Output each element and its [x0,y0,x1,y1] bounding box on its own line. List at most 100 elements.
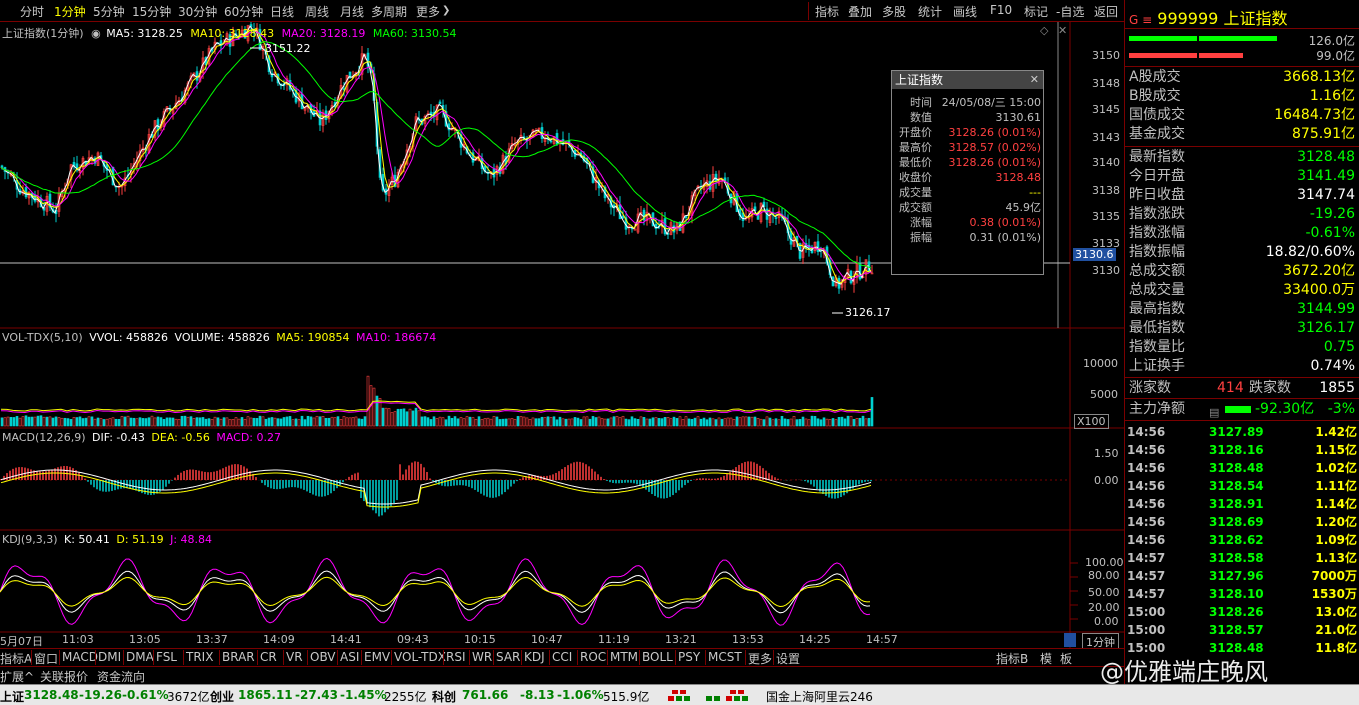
indicator-tab[interactable]: CCI [552,650,572,664]
diamond-icon[interactable]: ◇ [1040,24,1048,37]
tab-divider [95,650,96,665]
volume-bar [426,417,430,427]
candle-body [438,101,442,105]
tab-related-quotes[interactable]: 关联报价 [40,668,88,685]
y-tick: 3143 [1092,131,1120,144]
indicator-tab[interactable]: CR [260,650,277,664]
volume-bar [177,419,181,427]
y-tick: 3150 [1092,49,1120,62]
indicator-tab[interactable]: SAR [496,650,520,664]
tab-expand[interactable]: 扩展^ [0,668,34,685]
flow-bar [1225,406,1251,413]
back-button[interactable]: 返回 [1094,3,1118,20]
overlay-button[interactable]: 叠加 [848,3,872,20]
period-tab-5min[interactable]: 5分钟 [93,3,125,20]
volume-bar [21,416,25,427]
sh-amount: 3672亿 [167,690,210,704]
indicator-tab-right[interactable]: 模 [1040,650,1052,667]
indicator-tab[interactable]: PSY [678,650,700,664]
volume-bar [732,419,736,427]
kdj-tick: 80.00 [1088,569,1120,582]
f10-button[interactable]: F10 [990,3,1012,17]
statistics-button[interactable]: 统计 [918,3,942,20]
chevron-right-icon[interactable]: ❯ [442,5,450,16]
tick-amount: 1.11亿 [1315,479,1357,493]
volume-bar [129,417,133,427]
bar-top-seg2 [1199,36,1277,41]
period-tab-more[interactable]: 更多 [416,3,440,20]
cy-pct: -1.45% [340,688,387,702]
indicator-tab-right[interactable]: 指标B [996,650,1028,667]
quote-row-label: 总成交量 [1129,282,1185,298]
scroll-marker[interactable] [1064,633,1076,647]
volume-bar [663,417,667,427]
volume-bar [498,419,502,427]
period-tab-15min[interactable]: 15分钟 [132,3,171,20]
period-tab-1min[interactable]: 1分钟 [54,3,86,20]
volume-bar [651,417,655,427]
period-tab-week[interactable]: 周线 [305,3,329,20]
indicator-tab-right[interactable]: 板 [1060,650,1072,667]
tick-amount: 13.0亿 [1315,605,1357,619]
popup-row: 最高价 3128.57 (0.02%) [894,140,1041,155]
indicator-tab[interactable]: KDJ [524,650,545,664]
indicator-tab[interactable]: DMI [98,650,121,664]
indicator-tab[interactable]: WR [472,650,492,664]
indicator-tab[interactable]: MTM [610,650,638,664]
indicator-tab[interactable]: ROC [580,650,606,664]
volume-bar [402,408,406,427]
indicator-tab[interactable]: DMA [126,650,154,664]
period-tab-fenshi[interactable]: 分时 [20,3,44,20]
indicator-tab[interactable]: VOL-TDX [394,650,446,664]
volume-bar [618,417,622,427]
bar-top-seg1 [1129,36,1197,41]
indicator-tab[interactable]: MACD [62,650,98,664]
period-tab-30min[interactable]: 30分钟 [178,3,217,20]
indicator-tab[interactable]: BOLL [642,650,673,664]
tab-capital-flow[interactable]: 资金流向 [97,668,145,685]
indicator-tab[interactable]: MCST [708,650,742,664]
macd-layer [0,461,872,517]
volume-bar [126,415,130,427]
volume-bar [546,416,550,427]
quote-row-value: 0.74% [1310,358,1355,374]
indicator-tab[interactable]: ASI [340,650,359,664]
mark-button[interactable]: 标记 [1024,3,1048,20]
period-tab-multi[interactable]: 多周期 [371,3,407,20]
popup-row: 最低价 3128.26 (0.01%) [894,155,1041,170]
tab-divider [469,650,470,665]
popup-row-value: 0.31 (0.01%) [969,231,1041,244]
volume-bar [789,418,793,427]
indicator-tab[interactable]: RSI [446,650,466,664]
indicator-tab[interactable]: 设置 [776,650,800,667]
indicator-tab[interactable]: 更多 [748,650,772,667]
tab-divider [521,650,522,665]
draw-line-button[interactable]: 画线 [953,3,977,20]
flow-label: 主力净额 [1129,401,1185,417]
indicator-tab[interactable]: OBV [310,650,336,664]
indicator-tab[interactable]: EMV [364,650,390,664]
indicator-tab[interactable]: 指标A [0,650,32,667]
indicator-tab[interactable]: 窗口 [34,650,58,667]
period-tab-day[interactable]: 日线 [270,3,294,20]
volume-bar [744,416,748,427]
indicator-tab[interactable]: BRAR [222,650,255,664]
indicator-tab[interactable]: VR [286,650,303,664]
ma60-line [0,40,872,269]
volume-bar [75,417,79,427]
volume-bar [354,416,358,427]
volume-bar [264,418,268,427]
close-icon[interactable]: ✕ [1030,73,1039,86]
indicator-tab[interactable]: FSL [156,650,177,664]
volume-bar [24,415,28,427]
multi-stock-button[interactable]: 多股 [882,3,906,20]
close-icon[interactable]: ✕ [1058,24,1067,37]
volume-bar [375,395,379,427]
watchlist-button[interactable]: -自选 [1056,3,1084,20]
volume-bar [36,415,40,427]
indicator-tab[interactable]: TRIX [186,650,213,664]
indicator-button[interactable]: 指标 [815,3,839,20]
settings-circle-icon[interactable]: ◉ [91,27,101,40]
period-tab-month[interactable]: 月线 [340,3,364,20]
period-tab-60min[interactable]: 60分钟 [224,3,263,20]
